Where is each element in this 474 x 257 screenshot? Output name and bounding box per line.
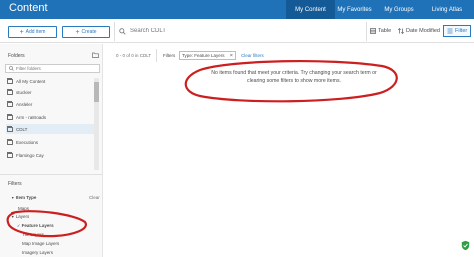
clear-filters-link[interactable]: Clear filters [241, 53, 264, 58]
item-type-tile-layers[interactable]: Tile Layers [22, 232, 44, 237]
search-input[interactable] [130, 28, 270, 34]
folder-icon [7, 125, 13, 132]
tab-my-content[interactable]: My Content [286, 0, 335, 19]
create-label: Create [81, 29, 97, 35]
create-button[interactable]: + Create [62, 26, 110, 38]
folder-item[interactable]: Flamingo Cay [6, 150, 94, 160]
search-box[interactable] [119, 25, 279, 37]
item-type-label: Item Type [15, 195, 37, 200]
folder-item[interactable]: Executions [6, 137, 94, 147]
plus-icon: + [75, 28, 80, 36]
filter-chip-type[interactable]: Type: Feature Layers × [179, 51, 236, 60]
sort-dropdown[interactable]: Date Modified [398, 25, 440, 37]
folder-icon [7, 113, 13, 120]
folder-label: Executions [16, 139, 39, 145]
filter-label: Filter [455, 28, 468, 34]
folder-icon [7, 88, 13, 95]
check-icon: ✓ [17, 223, 21, 228]
main-divider [156, 49, 157, 62]
search-icon [119, 27, 126, 35]
table-icon [370, 28, 376, 34]
folder-scrollbar-thumb[interactable] [94, 82, 99, 102]
chevron-down-icon: ▼ [11, 215, 15, 219]
tab-my-groups[interactable]: My Groups [377, 0, 421, 19]
folder-label: stuckier [16, 89, 32, 95]
filter-toggle-button[interactable]: Filter [443, 25, 472, 37]
folder-item-cdlt[interactable]: CDLT [6, 124, 94, 134]
feature-layers-label: Feature Layers [21, 223, 54, 228]
empty-state-line: No items found that meet your criteria. … [211, 70, 377, 76]
item-type-toggle[interactable]: ▼ Item Type [11, 195, 36, 200]
filters-heading: Filters [8, 181, 22, 187]
layers-label: Layers [15, 214, 30, 219]
empty-state-line: clearing some filters to show more items… [247, 77, 341, 84]
plus-icon: + [19, 28, 24, 36]
filter-folders-box[interactable] [5, 64, 100, 73]
toolbar-divider [114, 22, 115, 41]
item-type-maps[interactable]: Maps [18, 206, 29, 211]
folder-icon [7, 138, 13, 145]
folder-item[interactable]: Ansleler [6, 99, 94, 109]
empty-state-message: No items found that meet your criteria. … [194, 70, 394, 85]
folders-heading: Folders [8, 53, 25, 59]
folder-label: Ansleler [16, 101, 33, 107]
item-type-layers[interactable]: ▼ Layers [11, 214, 29, 219]
folder-icon [7, 100, 13, 107]
sidebar-divider [0, 174, 102, 175]
clear-item-type-button[interactable]: Clear [89, 195, 100, 200]
item-type-feature-layers[interactable]: ✓ Feature Layers [17, 223, 54, 228]
toolbar-divider [366, 22, 367, 41]
tab-my-favorites[interactable]: My Favorites [335, 0, 374, 19]
table-view-toggle[interactable]: Table [370, 25, 391, 37]
folder-icon [7, 151, 13, 158]
add-item-label: Add item [25, 29, 46, 35]
folder-icon [7, 77, 13, 84]
folder-item-all-my-content[interactable]: All My Content [6, 76, 94, 86]
filter-chip-label: Type: Feature Layers [182, 53, 225, 58]
filter-folders-input[interactable] [16, 66, 96, 71]
folder-label: Arm - ra8roads [16, 114, 47, 120]
search-icon [9, 66, 14, 71]
sort-label: Date Modified [406, 28, 440, 34]
folder-item[interactable]: Arm - ra8roads [6, 112, 94, 122]
tab-living-atlas[interactable]: Living Atlas [424, 0, 470, 19]
new-folder-icon[interactable] [92, 52, 99, 58]
app-title: Content [9, 2, 48, 14]
item-type-imagery-layers[interactable]: Imagery Layers [22, 250, 53, 255]
result-count: 0 - 0 of 0 in CDLT [116, 53, 152, 58]
sort-icon [398, 28, 404, 34]
shield-check-icon[interactable] [461, 240, 470, 251]
chevron-down-icon: ▼ [11, 196, 15, 200]
folder-item[interactable]: stuckier [6, 87, 94, 97]
table-label: Table [378, 28, 392, 34]
folder-label: Flamingo Cay [16, 152, 44, 158]
filter-icon [447, 28, 453, 34]
top-header-bar: Content My Content My Favorites My Group… [0, 0, 474, 19]
folder-label: All My Content [16, 78, 46, 84]
close-icon[interactable]: × [230, 53, 233, 59]
item-type-map-image-layers[interactable]: Map Image Layers [22, 241, 59, 246]
add-item-button[interactable]: + Add item [8, 26, 57, 38]
folder-label: CDLT [16, 126, 28, 132]
active-filters-label: Filters [163, 53, 176, 58]
